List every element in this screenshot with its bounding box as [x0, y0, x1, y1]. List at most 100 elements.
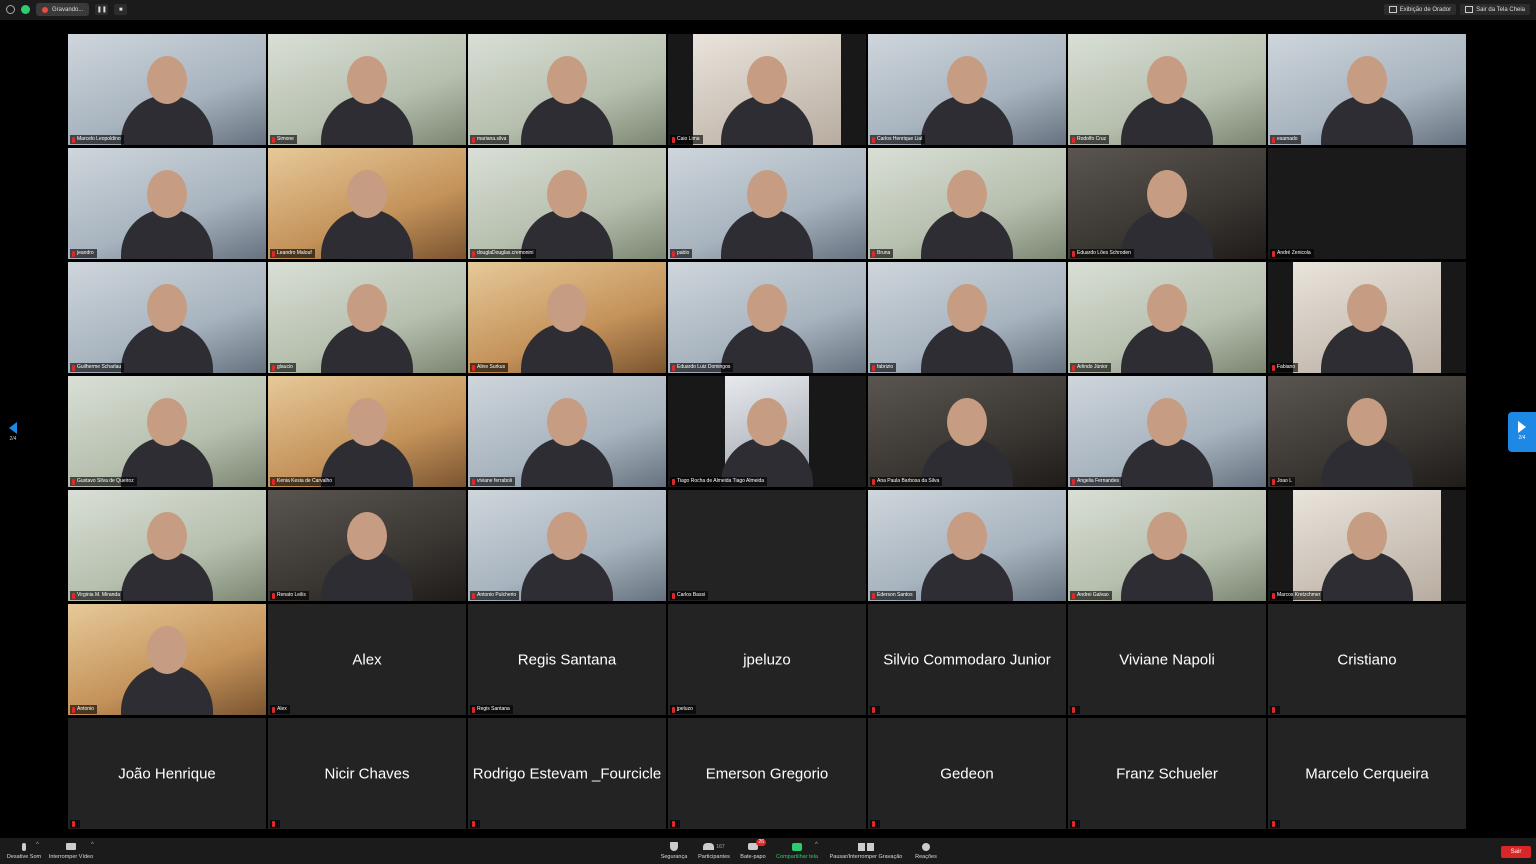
participant-tile[interactable]: Gedeon [868, 718, 1066, 829]
pause-recording-button[interactable]: ❚❚ [95, 4, 109, 15]
audio-options-caret-icon[interactable]: ^ [36, 842, 39, 848]
participant-tile[interactable]: esamado [1268, 34, 1466, 145]
chat-button[interactable]: 26 Bate-papo [734, 839, 772, 860]
participant-tile[interactable]: Rodrigo Estevam _Fourcicle [468, 718, 666, 829]
participant-tile[interactable]: Fabiano [1268, 262, 1466, 373]
participant-tile[interactable]: jpeluzo jpeluzo [668, 604, 866, 715]
muted-mic-icon [1272, 364, 1275, 371]
participant-tile[interactable]: Ana Paula Barbosa da Silva [868, 376, 1066, 487]
pause-stop-recording-button[interactable]: Pausar/Interromper Gravação [826, 841, 906, 860]
exit-fullscreen-button[interactable]: Sair da Tela Cheia [1460, 4, 1530, 15]
participant-display-name: Alex [352, 651, 382, 668]
participant-tile[interactable]: João Henrique [68, 718, 266, 829]
muted-mic-icon [472, 250, 475, 257]
muted-mic-icon [472, 478, 475, 485]
participant-tile[interactable]: Tiago Rocha de Almeida Tiago Almeida [668, 376, 866, 487]
participant-tile[interactable]: Renato Leilis [268, 490, 466, 601]
participant-tile[interactable]: Bruna [868, 148, 1066, 259]
participant-tile[interactable]: Arlindo Júnior [1068, 262, 1266, 373]
participant-name-tag [670, 820, 680, 828]
participant-tile[interactable]: Aline Surkus [468, 262, 666, 373]
pause-stop-recording-label: Pausar/Interromper Gravação [829, 854, 903, 860]
participant-tile[interactable]: Angelia Fernandes [1068, 376, 1266, 487]
next-page-button[interactable]: 2/4 [1508, 412, 1536, 452]
participant-tile[interactable]: Guilherme Scharlau [68, 262, 266, 373]
participant-tile[interactable]: Silvio Commodaro Junior [868, 604, 1066, 715]
participant-tile[interactable]: Marcelo Leopoldino [68, 34, 266, 145]
participant-tile[interactable]: pablo [668, 148, 866, 259]
muted-mic-icon [72, 706, 75, 713]
participant-tile[interactable]: Gustavo Silva de Queiroz [68, 376, 266, 487]
participant-tile[interactable]: Cristiano [1268, 604, 1466, 715]
speaker-view-button[interactable]: Exibição de Orador [1383, 4, 1457, 15]
participant-name-tag: Eduardo Luiz Domingos [670, 363, 734, 372]
participant-tile[interactable]: Joao L [1268, 376, 1466, 487]
participant-tile[interactable]: Andrei Galvao [1068, 490, 1266, 601]
reactions-button[interactable]: Reações [908, 841, 944, 860]
participant-tile[interactable]: Leandro Malouf [268, 148, 466, 259]
participant-tile[interactable]: Antonio Pulcherio [468, 490, 666, 601]
info-icon[interactable] [6, 5, 15, 14]
muted-mic-icon [872, 250, 875, 257]
participant-tile[interactable]: fabrizio [868, 262, 1066, 373]
participant-tile[interactable]: Rodolfo Cruz [1068, 34, 1266, 145]
participant-tile[interactable]: Regis Santana Regis Santana [468, 604, 666, 715]
participant-display-name: Viviane Napoli [1119, 651, 1215, 668]
shield-icon [670, 842, 678, 851]
participant-tile[interactable]: Eduardo Lões Schroden [1068, 148, 1266, 259]
participant-tile[interactable]: Viviane Napoli [1068, 604, 1266, 715]
participant-name-tag: Arlindo Júnior [1070, 363, 1111, 372]
encryption-shield-icon[interactable] [21, 5, 30, 14]
participants-button[interactable]: 167 Participantes [694, 841, 734, 860]
participant-tile[interactable]: Antonio [68, 604, 266, 715]
participant-tile[interactable]: Carlos Henrique Lial [868, 34, 1066, 145]
muted-mic-icon [1072, 136, 1075, 143]
speaker-view-label: Exibição de Orador [1399, 6, 1452, 13]
muted-mic-icon [872, 821, 875, 827]
stop-recording-button[interactable]: ■ [114, 4, 128, 15]
participant-tile[interactable]: glaucio [268, 262, 466, 373]
muted-mic-icon [672, 706, 675, 713]
participant-tile[interactable]: André Zenicola [1268, 148, 1466, 259]
participant-name-tag: fabrizio [870, 363, 897, 372]
participant-tile[interactable]: Franz Schueler [1068, 718, 1266, 829]
participant-name-tag: Rodolfo Cruz [1070, 135, 1110, 144]
leave-meeting-button[interactable]: Sair [1501, 846, 1531, 858]
participant-tile[interactable]: Emerson Gregorio [668, 718, 866, 829]
muted-mic-icon [72, 478, 75, 485]
microphone-icon [22, 842, 26, 851]
participant-name: jpeluzo [677, 706, 693, 712]
participant-video-head [1347, 284, 1387, 332]
participant-tile[interactable]: viviane ferraboli [468, 376, 666, 487]
participant-tile[interactable]: Nicir Chaves [268, 718, 466, 829]
participant-display-name: Marcelo Cerqueira [1305, 765, 1429, 782]
participant-tile[interactable]: Marcelo Cerqueira [1268, 718, 1466, 829]
participant-name: Carlos Henrique Lial [877, 136, 923, 142]
participant-tile[interactable]: Ederson Santos [868, 490, 1066, 601]
security-button[interactable]: Segurança [654, 841, 694, 860]
participant-tile[interactable]: Marcos Kretzchmer [1268, 490, 1466, 601]
participant-tile[interactable]: Eduardo Luiz Domingos [668, 262, 866, 373]
participant-tile[interactable]: Alex Alex [268, 604, 466, 715]
video-options-caret-icon[interactable]: ^ [91, 842, 94, 848]
participant-name-tag: viviane ferraboli [470, 477, 516, 486]
participant-tile[interactable]: Kenia Kesia de Carvalho [268, 376, 466, 487]
page-indicator-left: 2/4 [9, 436, 17, 442]
participant-tile[interactable]: mariana.silva [468, 34, 666, 145]
participant-name-tag: pablo [670, 249, 693, 258]
participant-tile[interactable]: Simone [268, 34, 466, 145]
participant-name-tag: Kenia Kesia de Carvalho [270, 477, 336, 486]
muted-mic-icon [872, 136, 875, 143]
participant-tile[interactable]: Virginia M. Miranda [68, 490, 266, 601]
participant-tile[interactable]: Carlos Bassi [668, 490, 866, 601]
participant-tile[interactable]: jeandro [68, 148, 266, 259]
stop-video-button[interactable]: Interromper Vídeo [46, 841, 96, 860]
participant-name: Antonio Pulcherio [477, 592, 517, 598]
participant-name-tag: Ederson Santos [870, 591, 916, 600]
participant-tile[interactable]: Caio Lima [668, 34, 866, 145]
previous-page-button[interactable]: 2/4 [4, 422, 22, 450]
share-options-caret-icon[interactable]: ^ [815, 842, 818, 848]
muted-mic-icon [1272, 821, 1275, 827]
muted-mic-icon [672, 821, 675, 827]
participant-tile[interactable]: douglaDouglas.cremonini [468, 148, 666, 259]
